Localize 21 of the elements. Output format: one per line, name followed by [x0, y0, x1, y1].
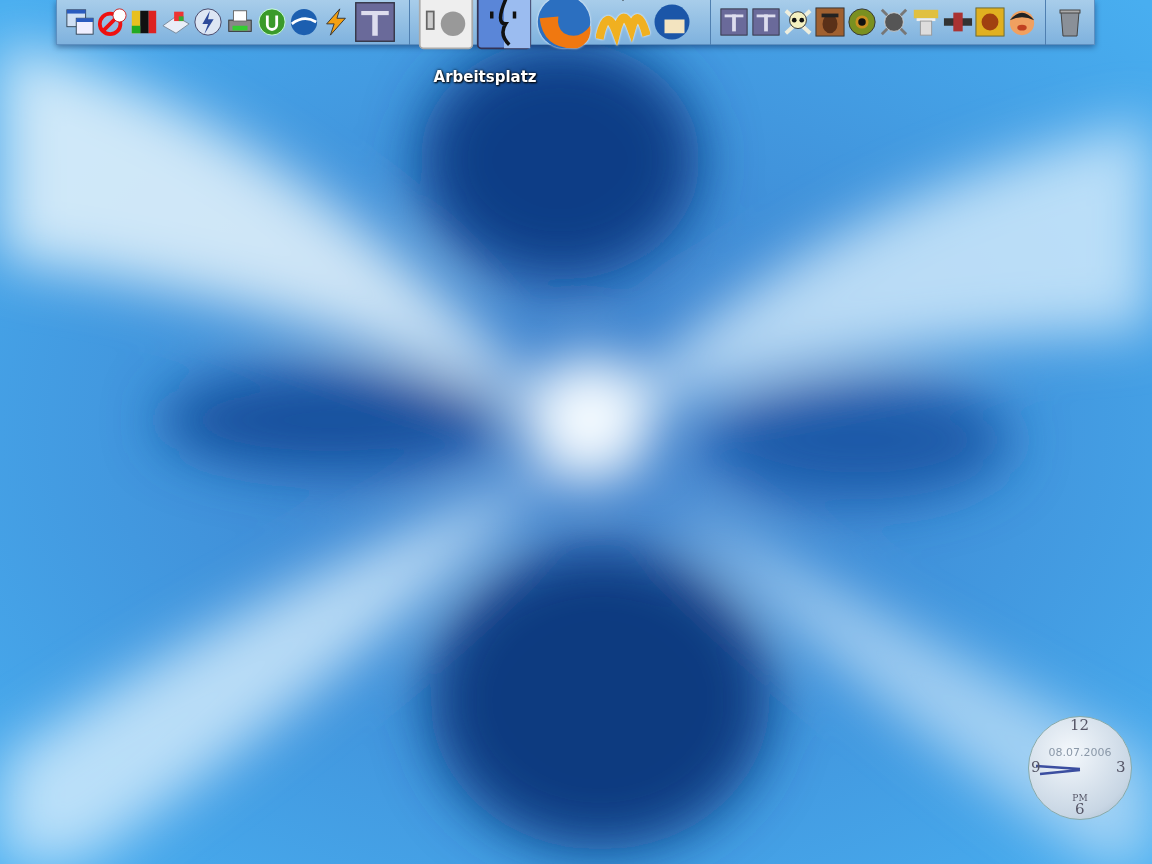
clock-numeral: 6 [1075, 802, 1085, 817]
eye-icon[interactable] [846, 7, 877, 37]
shield-icon[interactable] [878, 7, 909, 37]
no-sign-icon[interactable] [97, 7, 127, 37]
tile-icon[interactable] [718, 7, 749, 37]
tile-icon[interactable] [353, 0, 397, 44]
window-icon[interactable] [65, 7, 95, 37]
skull-icon[interactable] [782, 7, 813, 37]
icon-label: Arbeitsplatz [433, 68, 537, 86]
clock-numeral: 9 [1031, 760, 1041, 775]
face-icon[interactable] [476, 0, 533, 50]
clock-period: PM [1071, 793, 1089, 803]
switch-icon[interactable] [418, 0, 475, 50]
torrent-icon[interactable] [257, 7, 287, 37]
portrait-icon[interactable] [814, 7, 845, 37]
clock-numeral: 3 [1116, 760, 1126, 775]
bolt-icon[interactable] [193, 7, 223, 37]
globe-icon[interactable] [289, 7, 319, 37]
tile-icon[interactable] [750, 7, 781, 37]
clock-numeral: 12 [1070, 718, 1090, 733]
clock-date: 08.07.2006 [1047, 746, 1113, 759]
